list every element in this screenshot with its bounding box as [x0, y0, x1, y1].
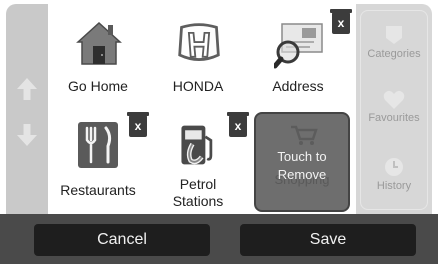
tile-go-home[interactable]: Go Home	[50, 10, 146, 102]
category-panel: Categories Favourites History	[356, 4, 432, 214]
remove-instruction-line2: Remove	[277, 167, 327, 182]
side-item-favourites[interactable]: Favourites	[356, 90, 432, 124]
edit-shortcuts-screen: Go Home HONDA Address x Restaurants x Pe…	[0, 0, 438, 264]
scroll-column	[6, 4, 48, 214]
delete-restaurants-icon[interactable]: x	[127, 112, 149, 137]
side-item-label: Favourites	[368, 112, 420, 124]
tile-label-line2: Stations	[172, 193, 224, 209]
scroll-up-icon[interactable]	[15, 76, 39, 102]
side-item-categories[interactable]: Categories	[356, 24, 432, 60]
remove-instruction-line1: Touch to	[277, 149, 327, 164]
tile-label: Go Home	[68, 78, 128, 94]
side-item-label: History	[376, 180, 412, 192]
house-icon	[76, 21, 122, 65]
delete-address-icon[interactable]: x	[330, 9, 352, 34]
side-item-history[interactable]: History	[356, 156, 432, 192]
heart-icon	[383, 90, 405, 109]
tile-honda[interactable]: HONDA	[150, 10, 246, 102]
address-card-icon	[274, 23, 323, 69]
delete-petrol-stations-icon[interactable]: x	[227, 112, 249, 137]
side-item-label: Categories	[367, 48, 421, 60]
tile-label: Address	[272, 78, 324, 94]
categories-icon	[386, 26, 402, 44]
tile-label-line1: Petrol	[179, 176, 217, 192]
fork-knife-icon	[78, 122, 118, 168]
remove-drop-target[interactable]: Shopping Touch to Remove	[254, 112, 350, 212]
tile-label: HONDA	[172, 78, 224, 94]
honda-logo-icon	[178, 23, 220, 61]
clock-icon	[385, 158, 403, 176]
remove-instruction: Touch to Remove	[256, 148, 348, 184]
tile-label: Restaurants	[60, 182, 136, 198]
cancel-button[interactable]: Cancel	[34, 224, 210, 256]
action-bar: Cancel Save	[0, 214, 438, 264]
fuel-pump-icon	[181, 125, 213, 165]
shopping-cart-icon	[291, 125, 318, 145]
scroll-down-icon[interactable]	[15, 122, 39, 148]
save-button[interactable]: Save	[240, 224, 416, 256]
